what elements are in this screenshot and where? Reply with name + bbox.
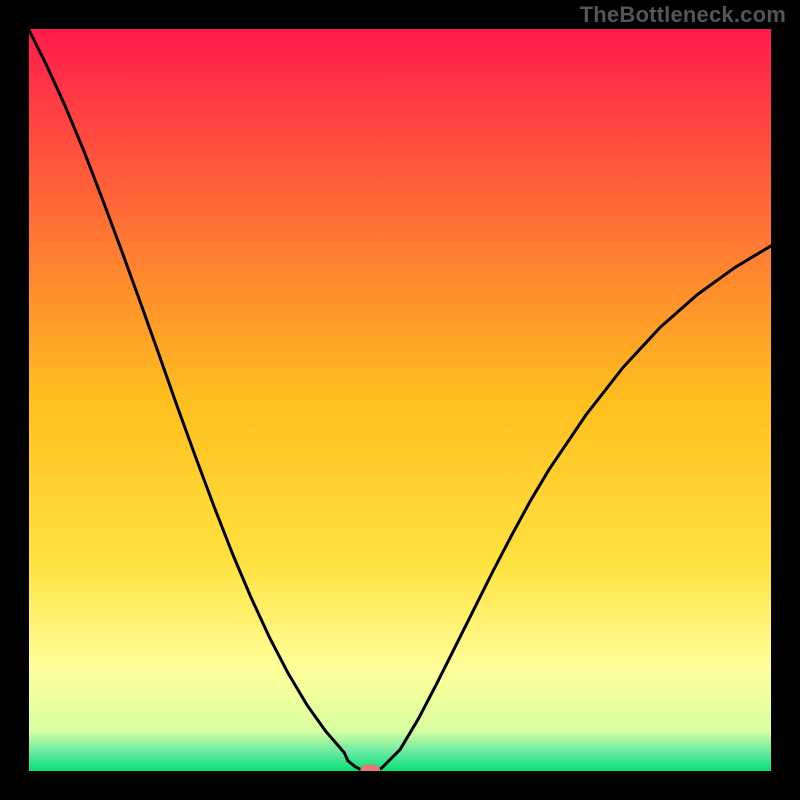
bottleneck-chart (0, 0, 800, 800)
chart-frame: { "watermark": "TheBottleneck.com", "cha… (0, 0, 800, 800)
gradient-background (28, 28, 772, 772)
watermark-text: TheBottleneck.com (580, 2, 786, 28)
optimal-point-marker (360, 765, 380, 777)
